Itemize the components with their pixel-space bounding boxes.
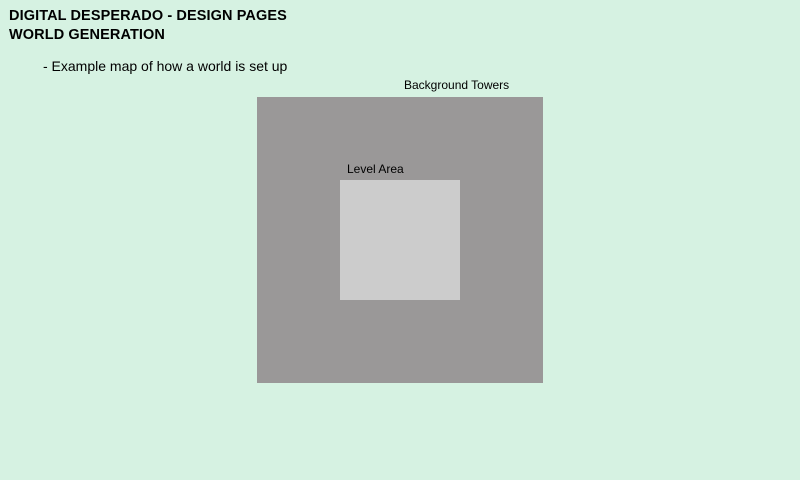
page-title-line-1: DIGITAL DESPERADO - DESIGN PAGES bbox=[9, 8, 287, 24]
level-area-label: Level Area bbox=[347, 162, 404, 176]
page-description: - Example map of how a world is set up bbox=[43, 58, 288, 74]
background-towers-label: Background Towers bbox=[404, 78, 510, 92]
level-area bbox=[340, 180, 460, 300]
page-title: DIGITAL DESPERADO - DESIGN PAGES WORLD G… bbox=[9, 7, 287, 45]
page-title-line-2: WORLD GENERATION bbox=[9, 27, 165, 43]
design-page: { "header": { "title_line1": "DIGITAL DE… bbox=[0, 0, 800, 480]
